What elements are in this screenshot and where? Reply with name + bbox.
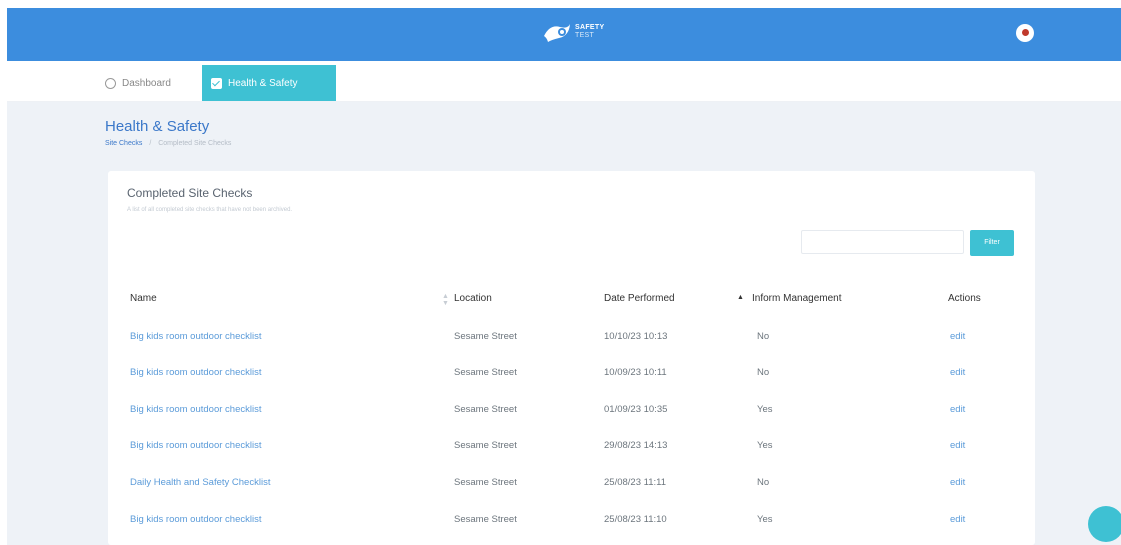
- breadcrumb: Site Checks / Completed Site Checks: [105, 140, 231, 147]
- page-title: Health & Safety: [105, 118, 210, 135]
- filter-button[interactable]: Filter: [970, 230, 1014, 256]
- row-edit-link[interactable]: edit: [950, 440, 965, 451]
- column-header-name[interactable]: Name: [130, 293, 157, 304]
- row-name-link[interactable]: Big kids room outdoor checklist: [130, 440, 261, 451]
- row-name-link[interactable]: Big kids room outdoor checklist: [130, 367, 261, 378]
- row-name-link[interactable]: Big kids room outdoor checklist: [130, 404, 261, 415]
- breadcrumb-link-site-checks[interactable]: Site Checks: [105, 140, 142, 147]
- row-location: Sesame Street: [454, 477, 517, 488]
- user-avatar-icon[interactable]: [1016, 24, 1034, 42]
- row-name-link[interactable]: Big kids room outdoor checklist: [130, 331, 261, 342]
- row-date: 10/09/23 10:11: [604, 367, 667, 378]
- row-date: 25/08/23 11:10: [604, 514, 667, 525]
- safety-logo[interactable]: SAFETY TEST: [542, 21, 604, 43]
- main-content: Health & Safety Site Checks / Completed …: [7, 102, 1121, 545]
- table-row: Big kids room outdoor checklist Sesame S…: [108, 440, 1035, 476]
- sort-active-icon[interactable]: ▲: [737, 294, 744, 301]
- filter-input[interactable]: [801, 230, 964, 254]
- table-row: Big kids room outdoor checklist Sesame S…: [108, 514, 1035, 545]
- column-header-actions: Actions: [948, 293, 981, 304]
- row-date: 25/08/23 11:11: [604, 477, 666, 488]
- logo-text-line1: SAFETY: [575, 24, 605, 31]
- row-location: Sesame Street: [454, 514, 517, 525]
- row-name-link[interactable]: Daily Health and Safety Checklist: [130, 477, 270, 488]
- tab-health-safety-label: Health & Safety: [228, 77, 298, 89]
- card-title: Completed Site Checks: [127, 186, 253, 200]
- dashboard-icon: [105, 77, 116, 89]
- tab-bar: Dashboard Health & Safety: [7, 61, 1121, 102]
- row-edit-link[interactable]: edit: [950, 331, 965, 342]
- safety-logo-icon: [544, 24, 570, 42]
- row-name-link[interactable]: Big kids room outdoor checklist: [130, 514, 261, 525]
- row-location: Sesame Street: [454, 404, 517, 415]
- column-header-date-performed[interactable]: Date Performed: [604, 293, 675, 304]
- row-inform-management: No: [757, 367, 770, 378]
- row-location: Sesame Street: [454, 367, 517, 378]
- breadcrumb-current: Completed Site Checks: [158, 140, 232, 147]
- logo-text: SAFETY TEST: [575, 24, 604, 40]
- table-row: Big kids room outdoor checklist Sesame S…: [108, 404, 1035, 440]
- help-icon[interactable]: [1088, 506, 1121, 542]
- row-edit-link[interactable]: edit: [950, 367, 965, 378]
- checkbox-icon: [211, 77, 222, 89]
- logo-text-line2: TEST: [575, 32, 595, 39]
- row-date: 10/10/23 10:13: [604, 331, 668, 342]
- row-inform-management: Yes: [757, 514, 773, 525]
- column-header-inform-management[interactable]: Inform Management: [752, 293, 842, 304]
- row-edit-link[interactable]: edit: [950, 404, 965, 415]
- top-header: SAFETY TEST: [7, 8, 1121, 61]
- column-header-location[interactable]: Location: [454, 293, 492, 304]
- row-date: 29/08/23 14:13: [604, 440, 668, 451]
- tab-health-safety[interactable]: Health & Safety: [202, 65, 336, 101]
- sort-icon[interactable]: ▲ ▼: [442, 293, 449, 307]
- table-row: Daily Health and Safety Checklist Sesame…: [108, 477, 1035, 513]
- row-edit-link[interactable]: edit: [950, 477, 965, 488]
- row-location: Sesame Street: [454, 440, 517, 451]
- table-row: Big kids room outdoor checklist Sesame S…: [108, 331, 1035, 367]
- row-inform-management: No: [757, 477, 770, 488]
- tab-dashboard[interactable]: Dashboard: [105, 65, 171, 101]
- row-location: Sesame Street: [454, 331, 517, 342]
- completed-checks-card: Completed Site Checks A list of all comp…: [108, 171, 1035, 545]
- row-date: 01/09/23 10:35: [604, 404, 668, 415]
- row-inform-management: Yes: [757, 404, 773, 415]
- row-edit-link[interactable]: edit: [950, 514, 965, 525]
- row-inform-management: Yes: [757, 440, 773, 451]
- breadcrumb-separator: /: [149, 140, 152, 147]
- card-subtitle: A list of all completed site checks that…: [127, 207, 293, 213]
- row-inform-management: No: [757, 331, 770, 342]
- tab-dashboard-label: Dashboard: [122, 77, 171, 89]
- table-row: Big kids room outdoor checklist Sesame S…: [108, 367, 1035, 403]
